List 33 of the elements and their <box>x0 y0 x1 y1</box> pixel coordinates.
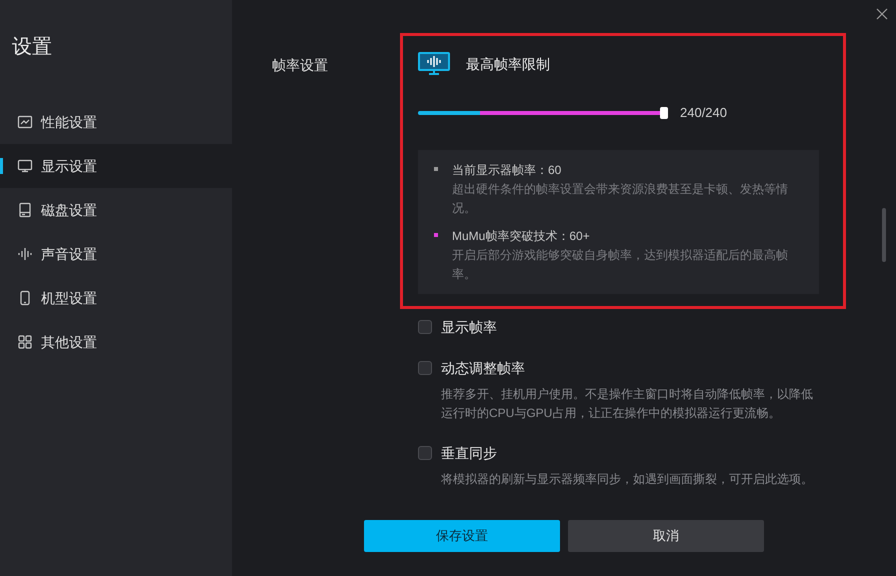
option-description: 推荐多开、挂机用户使用。不是操作主窗口时将自动降低帧率，以降低运行时的CPU与GPU占用，让正在操作中的模拟器运行更流畅。 <box>440 386 814 422</box>
chart-icon <box>17 114 33 130</box>
cancel-button[interactable]: 取消 <box>568 520 764 552</box>
sidebar-item[interactable]: 显示设置 <box>0 144 232 188</box>
sound-wave-icon <box>17 246 33 262</box>
save-button[interactable]: 保存设置 <box>364 520 560 552</box>
option-description: 将模拟器的刷新与显示器频率同步，如遇到画面撕裂，可开启此选项。 <box>440 470 814 488</box>
sidebar-item[interactable]: 性能设置 <box>0 100 232 144</box>
section-label: 帧率设置 <box>271 56 329 75</box>
option-label[interactable]: 动态调整帧率 <box>441 358 525 378</box>
monitor-icon <box>17 158 33 174</box>
slider-reading: 240/240 <box>680 104 727 122</box>
close-icon[interactable] <box>876 8 888 20</box>
note-text: 超出硬件条件的帧率设置会带来资源浪费甚至是卡顿、发热等情况。 <box>452 180 789 216</box>
option-label[interactable]: 垂直同步 <box>441 442 497 464</box>
checkbox[interactable] <box>418 320 432 334</box>
checkbox[interactable] <box>418 361 432 375</box>
sidebar-item[interactable]: 声音设置 <box>0 232 232 276</box>
monitor-wave-icon <box>418 52 450 76</box>
selection-indicator <box>0 158 3 174</box>
note-heading: 当前显示器帧率：60 <box>452 162 562 178</box>
sidebar-item[interactable]: 其他设置 <box>0 320 232 364</box>
checkbox[interactable] <box>418 446 432 460</box>
option-label[interactable]: 显示帧率 <box>441 316 497 338</box>
section-title: 最高帧率限制 <box>466 54 550 74</box>
note-heading: MuMu帧率突破技术：60+ <box>452 228 591 244</box>
note-text: 开启后部分游戏能够突破自身帧率，达到模拟器适配后的最高帧率。 <box>452 246 789 282</box>
sidebar-title: 设置 <box>11 35 52 60</box>
scrollbar-thumb[interactable] <box>882 208 886 262</box>
sidebar-item[interactable]: 磁盘设置 <box>0 188 232 232</box>
grid-icon <box>17 334 33 350</box>
sidebar-item[interactable]: 机型设置 <box>0 276 232 320</box>
slider-thumb[interactable] <box>660 106 668 119</box>
